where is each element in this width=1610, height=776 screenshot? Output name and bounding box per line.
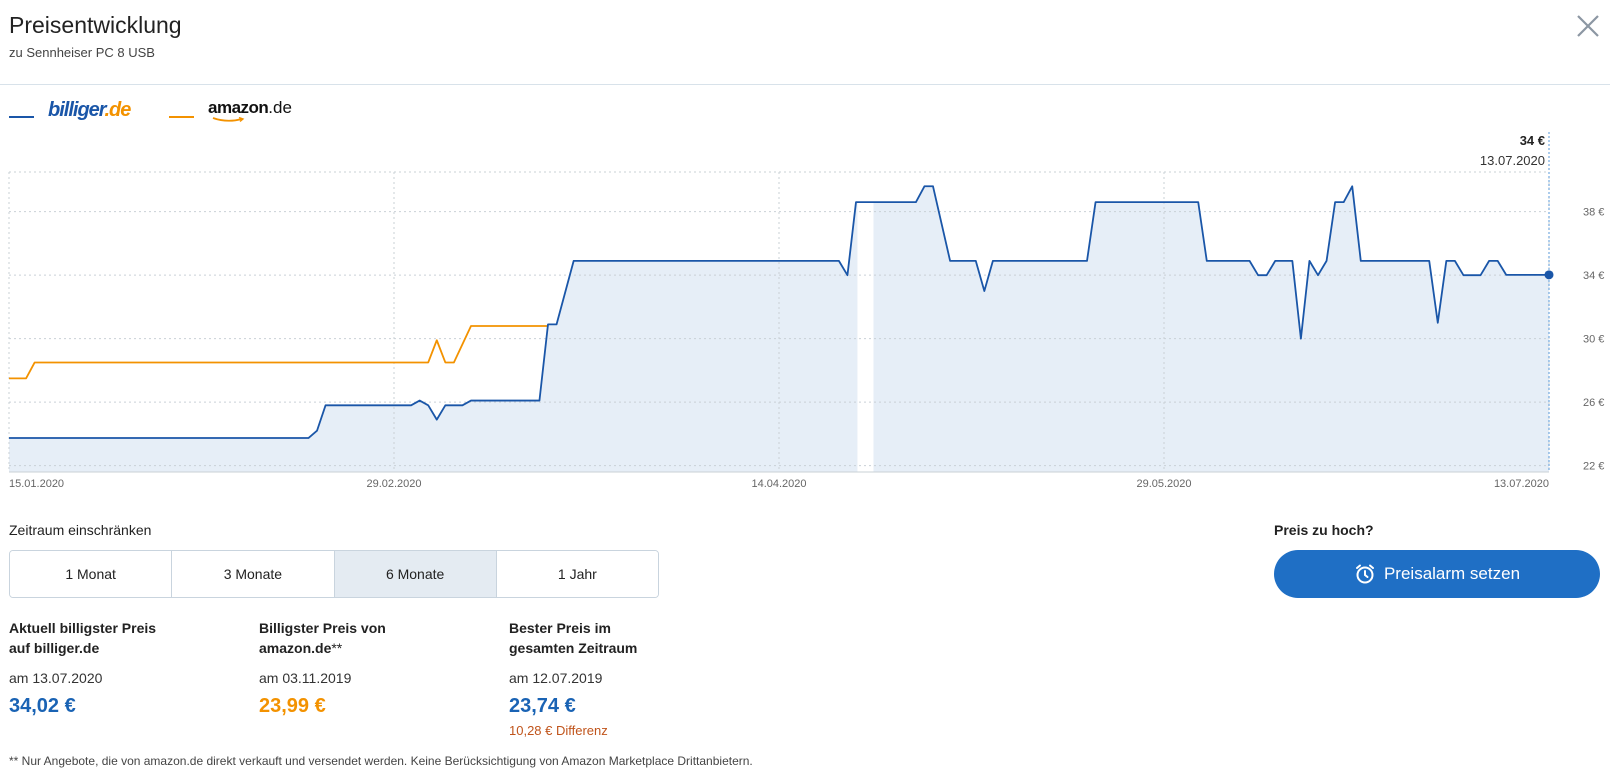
y-tick-label: 34 € (1583, 270, 1604, 282)
dialog-header: Preisentwicklung zu Sennheiser PC 8 USB (0, 0, 1610, 85)
hover-marker-dot (1544, 270, 1554, 280)
stat-best-heading: Bester Preis im gesamten Zeitraum (509, 620, 638, 656)
billiger-logo: billiger.de (48, 99, 131, 121)
y-tick-label: 30 € (1583, 334, 1604, 346)
stat-amazon: Billigster Preis von amazon.de** am 03.1… (259, 618, 489, 718)
close-icon (1577, 15, 1599, 37)
price-chart[interactable]: 22 € 26 € 30 € 34 € 38 € 15.01.2020 29.02.2020… (0, 130, 1610, 490)
product-subtitle: zu Sennheiser PC 8 USB (9, 45, 155, 60)
alarm-question: Preis zu hoch? (1274, 522, 1374, 538)
stat-amazon-heading: Billigster Preis von amazon.de** (259, 620, 386, 656)
stat-amazon-date: am 03.11.2019 (259, 670, 352, 686)
stat-best: Bester Preis im gesamten Zeitraum am 12.… (509, 618, 739, 738)
stat-current: Aktuell billigster Preis auf billiger.de… (9, 618, 239, 718)
x-tick-label: 14.04.2020 (751, 478, 806, 490)
tooltip-date: 13.07.2020 (1480, 153, 1545, 168)
stat-current-date: am 13.07.2020 (9, 670, 103, 686)
y-tick-label: 26 € (1583, 397, 1604, 409)
stat-best-difference: 10,28 € Differenz (509, 723, 608, 738)
range-option[interactable]: 6 Monate (334, 551, 497, 597)
stat-current-heading: Aktuell billigster Preis auf billiger.de (9, 620, 157, 656)
amazon-logo: amazon.de (208, 98, 292, 123)
alarm-clock-icon (1355, 564, 1374, 584)
legend-amazon[interactable]: amazon.de (169, 96, 319, 126)
price-alarm-button[interactable]: Preisalarm setzen (1274, 550, 1600, 598)
y-tick-label: 22 € (1583, 461, 1604, 473)
legend-line-billiger (9, 116, 34, 118)
y-tick-label: 38 € (1583, 207, 1604, 219)
stat-current-price: 34,02 € (9, 695, 76, 717)
range-option[interactable]: 3 Monate (172, 551, 335, 597)
footnote: ** Nur Angebote, die von amazon.de direk… (9, 754, 753, 768)
area-gap (857, 170, 874, 472)
stat-amazon-price: 23,99 € (259, 695, 326, 717)
range-label: Zeitraum einschränken (9, 522, 152, 538)
range-selector: 1 Monat 3 Monate 6 Monate 1 Jahr (9, 550, 659, 598)
amazon-line (9, 325, 548, 380)
range-option[interactable]: 1 Jahr (496, 551, 658, 597)
range-option[interactable]: 1 Monat (10, 551, 173, 597)
stat-best-price: 23,74 € (509, 695, 576, 717)
page-title: Preisentwicklung (9, 12, 182, 38)
amazon-smile-icon (212, 117, 245, 123)
legend-line-amazon (169, 116, 194, 118)
close-button[interactable] (1574, 12, 1602, 40)
price-area (9, 186, 1549, 472)
tooltip-price: 34 € (1520, 133, 1545, 148)
x-tick-label: 13.07.2020 (1494, 478, 1549, 490)
stat-best-date: am 12.07.2019 (509, 670, 603, 686)
x-tick-label: 29.02.2020 (366, 478, 421, 490)
price-alarm-label: Preisalarm setzen (1383, 564, 1521, 583)
x-tick-label: 15.01.2020 (9, 478, 64, 490)
x-tick-label: 29.05.2020 (1136, 478, 1191, 490)
legend-billiger[interactable]: billiger.de (9, 96, 159, 126)
